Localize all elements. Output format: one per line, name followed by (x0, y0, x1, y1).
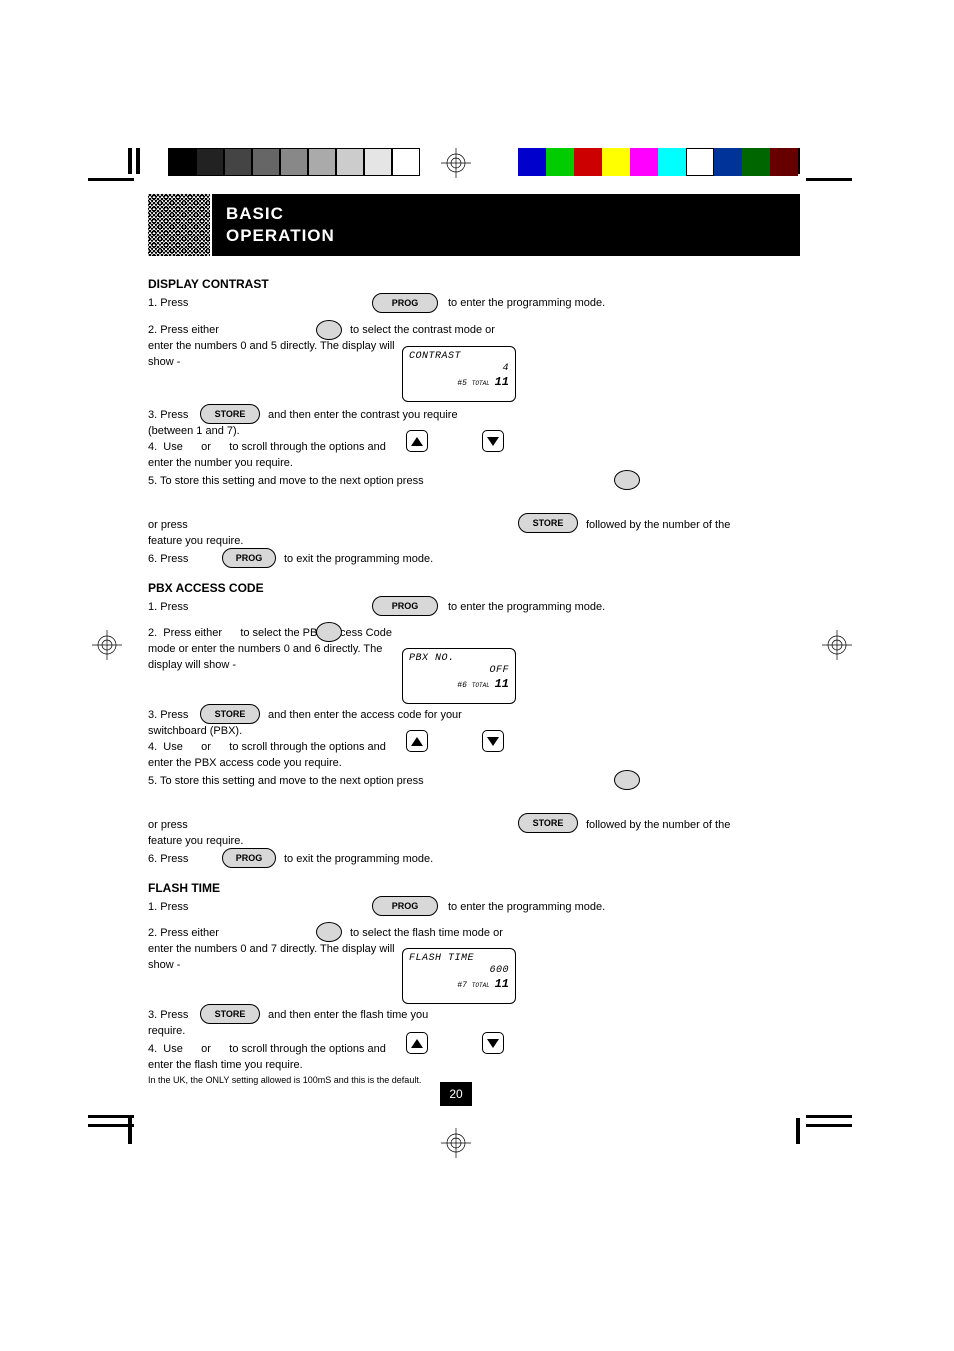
arrow-up-icon (406, 1032, 428, 1054)
pbx-title: PBX ACCESS CODE (148, 580, 264, 597)
lcd-contrast: CONTRAST 4 #5 TOTAL 11 (402, 346, 516, 402)
arrow-up-icon (406, 430, 428, 452)
prog-button: PROG (372, 896, 438, 916)
lcd-flash: FLASH TIME 600 #7 TOTAL 11 (402, 948, 516, 1004)
prog-button: PROG (372, 293, 438, 313)
page-number: 20 (440, 1082, 472, 1106)
color-calibration-bar (518, 148, 798, 176)
store-button: STORE (200, 704, 260, 724)
contrast-s2: 2. Press either (148, 323, 219, 339)
pbx-s6: 6. Press (148, 852, 188, 868)
header-title-1: BASIC (226, 204, 284, 224)
pbx-s3: 3. Press (148, 708, 188, 724)
store-button: STORE (200, 404, 260, 424)
arrow-down-icon (482, 430, 504, 452)
header-texture (148, 194, 210, 256)
contrast-s6: 6. Press (148, 552, 188, 568)
flash-s3: 3. Press (148, 1008, 188, 1024)
flash-title: FLASH TIME (148, 880, 220, 897)
store-button: STORE (518, 513, 578, 533)
lcd-pbx: PBX NO. OFF #6 TOTAL 11 (402, 648, 516, 704)
arrow-down-icon (482, 1032, 504, 1054)
arrow-down-icon (482, 730, 504, 752)
store-button: STORE (200, 1004, 260, 1024)
pbx-s1: 1. Press (148, 600, 188, 616)
header-bar: BASIC OPERATION (212, 194, 800, 256)
reg-target-top (441, 148, 471, 178)
scroll-oval (316, 922, 342, 942)
reg-target-left (92, 630, 122, 660)
flash-s2: 2. Press either (148, 926, 219, 942)
prog-button: PROG (222, 848, 276, 868)
grayscale-calibration-bar (168, 148, 420, 176)
contrast-s3: 3. Press (148, 408, 188, 424)
pbx-s2: 2. Press either to select the PBX Access… (148, 626, 392, 642)
contrast-s4: 4. Use or to scroll through the options … (148, 440, 386, 456)
contrast-s1: 1. Press (148, 297, 188, 309)
reg-target-bottom (441, 1128, 471, 1158)
header-title-2: OPERATION (226, 226, 335, 246)
scroll-oval (614, 770, 640, 790)
flash-s1: 1. Press (148, 900, 188, 916)
pbx-s4: 4. Use or to scroll through the options … (148, 740, 386, 756)
scroll-oval (316, 320, 342, 340)
contrast-s5: 5. To store this setting and move to the… (148, 474, 424, 490)
scroll-oval (316, 622, 342, 642)
flash-s4: 4. Use or to scroll through the options … (148, 1042, 386, 1058)
arrow-up-icon (406, 730, 428, 752)
reg-target-right (822, 630, 852, 660)
contrast-title: DISPLAY CONTRAST (148, 276, 269, 293)
scroll-oval (614, 470, 640, 490)
store-button: STORE (518, 813, 578, 833)
prog-button: PROG (372, 596, 438, 616)
prog-button: PROG (222, 548, 276, 568)
flash-footnote: In the UK, the ONLY setting allowed is 1… (148, 1074, 421, 1087)
pbx-s5: 5. To store this setting and move to the… (148, 774, 424, 790)
